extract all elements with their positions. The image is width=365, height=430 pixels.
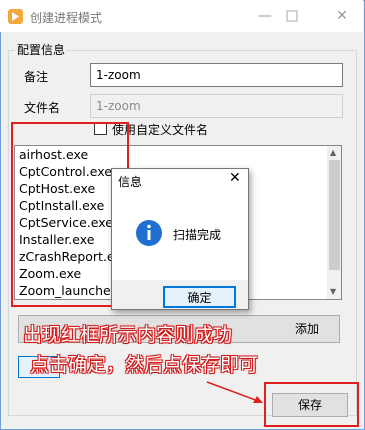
maximize-icon[interactable]	[280, 6, 304, 26]
app-icon	[8, 9, 23, 24]
info-icon	[136, 220, 162, 246]
annotation-line-2: 点击确定，然后点保存即可	[30, 354, 259, 376]
filename-input[interactable]	[90, 94, 343, 118]
highlight-box-save	[264, 382, 359, 427]
minimize-icon[interactable]: —	[253, 6, 277, 26]
filename-label: 文件名	[24, 101, 61, 115]
dialog-title: 信息	[118, 175, 143, 189]
close-icon[interactable]: ✕	[330, 6, 354, 26]
scrollbar-thumb[interactable]	[329, 160, 340, 270]
scroll-up-icon[interactable]: ▲	[330, 148, 336, 157]
group-label: 配置信息	[15, 41, 68, 58]
remark-label: 备注	[24, 70, 49, 84]
annotation-line-1: 出现红框所示内容则成功	[23, 324, 233, 346]
annotation-arrow	[206, 381, 263, 403]
window-title: 创建进程模式	[30, 11, 103, 25]
remark-input[interactable]	[90, 63, 343, 87]
ok-button[interactable]: 确定	[163, 286, 236, 308]
scroll-down-icon[interactable]: ▼	[330, 287, 336, 296]
dialog-message: 扫描完成	[173, 228, 222, 242]
add-button-label: 添加	[294, 322, 319, 336]
dialog-close-icon[interactable]: ✕	[229, 170, 241, 186]
